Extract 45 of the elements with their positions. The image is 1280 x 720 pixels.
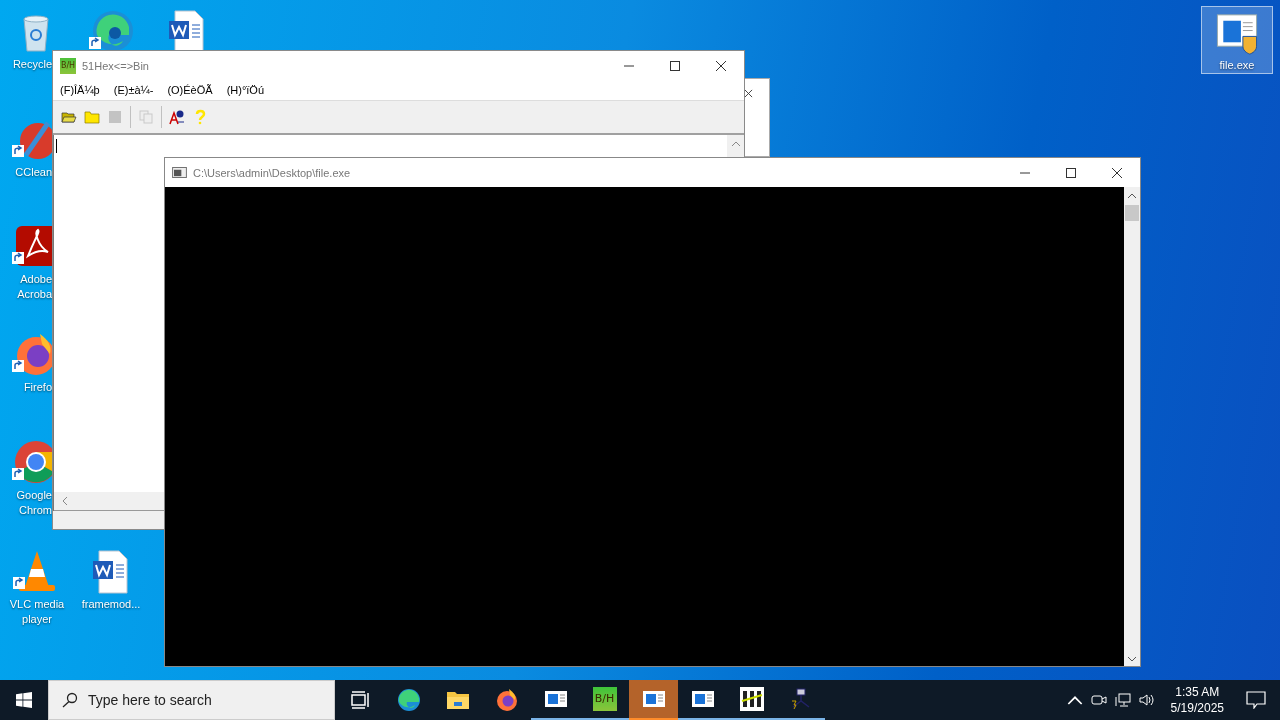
selected-desktop-icon[interactable]: file.exe bbox=[1201, 6, 1273, 74]
search-icon bbox=[62, 692, 78, 708]
close-icon[interactable] bbox=[744, 89, 753, 98]
maximize-icon bbox=[670, 60, 680, 71]
icon-label: Firefo bbox=[23, 380, 52, 395]
clock-time: 1:35 AM bbox=[1175, 684, 1220, 700]
volume-icon[interactable] bbox=[1138, 692, 1155, 708]
open-folder-icon[interactable] bbox=[61, 109, 77, 125]
clock-date: 5/19/2025 bbox=[1170, 700, 1224, 716]
menu-item[interactable]: (F)ÎÄ¼þ bbox=[60, 84, 100, 96]
scrollbar[interactable] bbox=[1124, 187, 1140, 666]
close-icon bbox=[1112, 167, 1122, 178]
menu-item[interactable]: (H)°ïÖú bbox=[226, 84, 265, 96]
clock[interactable]: 1:35 AM 5/19/2025 bbox=[1170, 684, 1224, 716]
camera-icon[interactable] bbox=[1090, 692, 1107, 708]
text-cursor bbox=[56, 139, 57, 153]
menu-item[interactable]: (O)ÉèÖÃ bbox=[167, 84, 213, 96]
app-logo: B/H bbox=[592, 687, 617, 711]
icon-label: Recycle bbox=[12, 57, 52, 72]
icon-label: CClean bbox=[15, 165, 52, 180]
icon-label: file.exe bbox=[1219, 58, 1255, 73]
scroll-down-icon[interactable] bbox=[1127, 656, 1137, 662]
scrollbar-thumb[interactable] bbox=[1125, 205, 1139, 221]
network-icon[interactable] bbox=[1114, 692, 1131, 708]
console-icon bbox=[172, 167, 187, 178]
browser-icon bbox=[396, 688, 421, 712]
app-icon bbox=[739, 687, 764, 711]
app-logo: B/H bbox=[60, 57, 76, 74]
icon-label: framemod... bbox=[81, 597, 141, 612]
icon-label: VLC media player bbox=[8, 597, 66, 627]
windows-logo-icon bbox=[16, 692, 32, 708]
scroll-left-icon[interactable] bbox=[62, 496, 68, 506]
icon-label: Adobe Acroba bbox=[16, 272, 52, 302]
icon-label: Google Chrom bbox=[15, 488, 52, 518]
window-title: 51Hex<=>Bin bbox=[82, 59, 149, 72]
close-icon bbox=[716, 60, 726, 71]
window-title: C:\Users\admin\Desktop\file.exe bbox=[193, 166, 351, 179]
search-field[interactable]: Type here to search bbox=[48, 680, 335, 720]
notifications-icon[interactable] bbox=[1246, 691, 1266, 709]
scroll-up-icon[interactable] bbox=[1127, 193, 1137, 199]
font-icon[interactable] bbox=[169, 109, 185, 125]
menu-item[interactable]: (E)±à¼- bbox=[113, 84, 154, 96]
browser-icon bbox=[494, 688, 519, 712]
maximize-icon bbox=[1066, 167, 1076, 178]
scroll-up-icon[interactable] bbox=[730, 141, 741, 147]
